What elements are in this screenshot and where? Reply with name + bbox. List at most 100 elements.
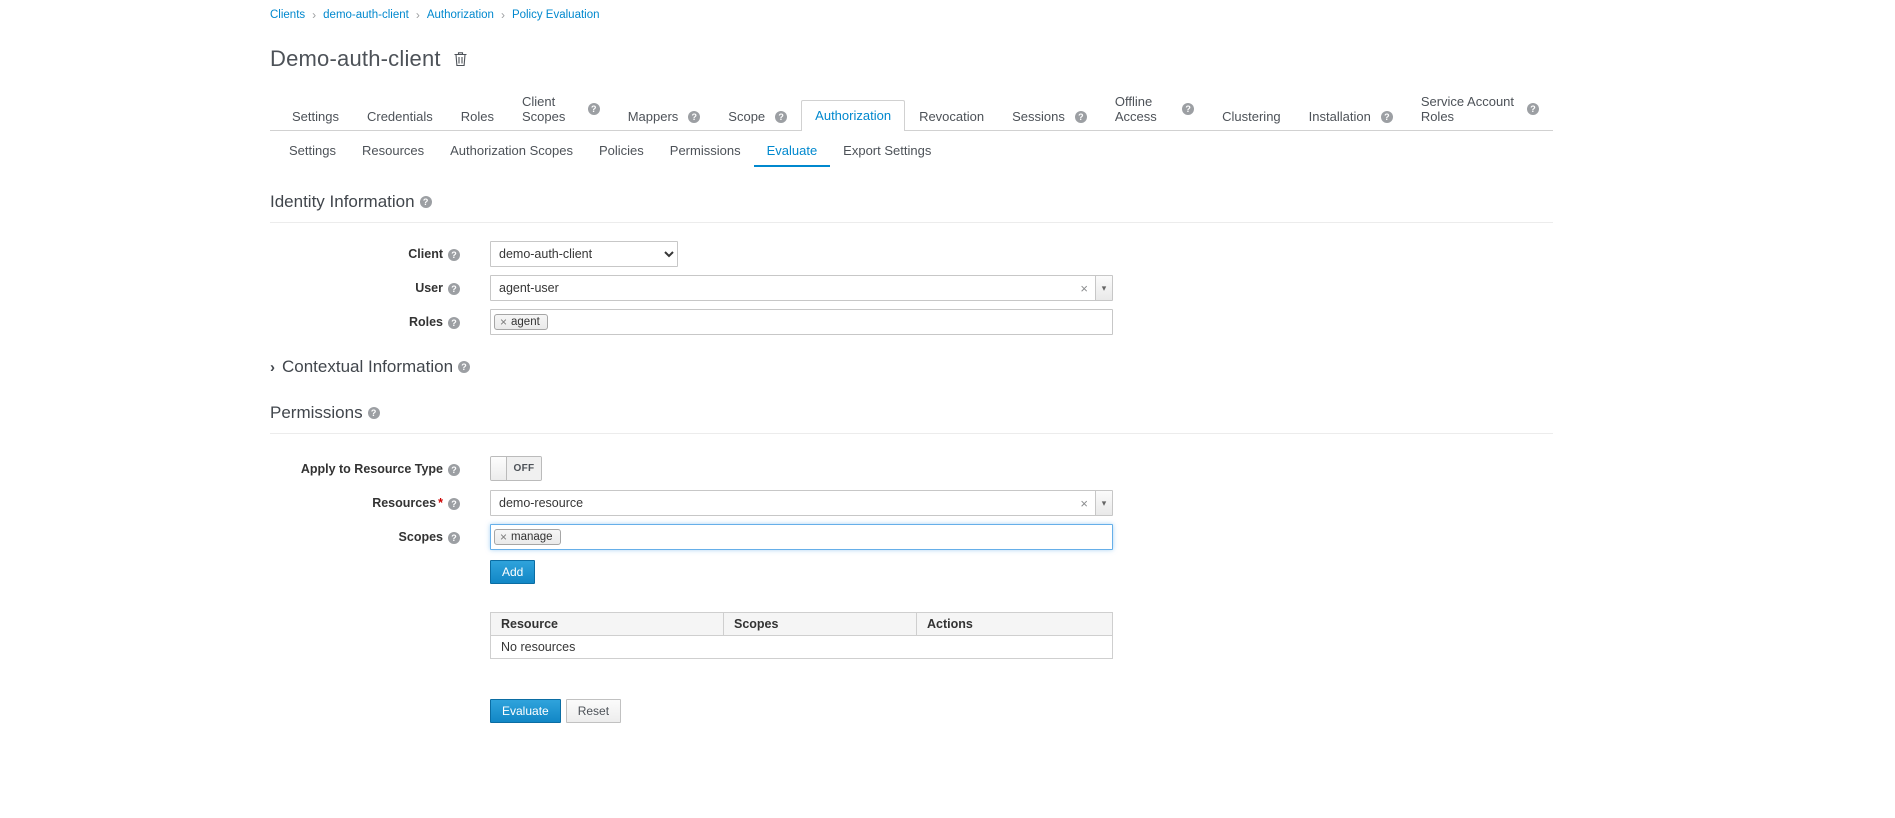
chevron-right-icon [270,359,275,376]
breadcrumb-link-policy-evaluation[interactable]: Policy Evaluation [512,9,600,21]
table-header-row: Resource Scopes Actions [491,613,1113,636]
identity-information-heading: Identity Information [270,192,1553,223]
help-icon[interactable] [458,361,470,373]
reset-button[interactable]: Reset [566,699,621,723]
tab-label: Revocation [919,109,984,124]
help-icon[interactable] [448,283,460,295]
tab-label: Offline Access [1115,94,1172,124]
subtab-policies[interactable]: Policies [586,135,657,167]
empty-message: No resources [491,636,1113,659]
scopes-field-row: Scopes manage [270,524,1553,550]
tab-label: Roles [461,109,494,124]
help-icon[interactable] [420,196,432,208]
tab-label: Clustering [1222,109,1281,124]
subtab-authorization-scopes[interactable]: Authorization Scopes [437,135,586,167]
user-combobox[interactable]: agent-user [490,275,1113,301]
tab-installation[interactable]: Installation [1295,101,1407,131]
tab-clustering[interactable]: Clustering [1208,101,1295,131]
resources-field-row: Resources* demo-resource [270,490,1553,516]
user-dropdown-toggle-icon[interactable] [1095,276,1112,300]
resources-dropdown-toggle-icon[interactable] [1095,491,1112,515]
trash-icon [453,55,468,70]
tab-label: Mappers [628,109,679,124]
evaluate-button[interactable]: Evaluate [490,699,561,723]
tab-client-scopes[interactable]: Client Scopes [508,86,614,131]
help-icon[interactable] [448,498,460,510]
col-header-actions: Actions [917,613,1113,636]
permissions-heading: Permissions [270,403,1553,434]
scope-tag: manage [494,529,561,545]
tab-mappers[interactable]: Mappers [614,101,715,131]
help-icon[interactable] [1527,103,1539,115]
delete-client-button[interactable] [451,49,470,69]
help-icon[interactable] [448,249,460,261]
client-tabs: Settings Credentials Roles Client Scopes… [270,86,1553,131]
client-field-row: Client demo-auth-client [270,241,1553,267]
roles-tag-input[interactable]: agent [490,309,1113,335]
resources-table-wrap: Resource Scopes Actions No resources [490,612,1553,659]
tag-label: manage [511,531,553,543]
subtab-settings[interactable]: Settings [276,135,349,167]
scopes-field-label: Scopes [270,524,460,544]
apply-resource-type-toggle[interactable]: OFF [490,456,542,481]
help-icon[interactable] [448,317,460,329]
resources-combobox[interactable]: demo-resource [490,490,1113,516]
add-button[interactable]: Add [490,560,535,584]
help-icon[interactable] [1182,103,1194,115]
user-field-label: User [270,275,460,295]
remove-tag-icon[interactable] [500,316,507,328]
subtab-evaluate[interactable]: Evaluate [754,135,831,167]
help-icon[interactable] [688,111,700,123]
resources-table: Resource Scopes Actions No resources [490,612,1113,659]
tab-roles[interactable]: Roles [447,101,508,131]
breadcrumb-link-authorization[interactable]: Authorization [427,9,494,21]
tab-settings[interactable]: Settings [278,101,353,131]
tab-revocation[interactable]: Revocation [905,101,998,131]
clear-resource-icon[interactable] [1073,491,1095,515]
help-icon[interactable] [1075,111,1087,123]
toggle-state-label: OFF [507,457,541,480]
clear-user-icon[interactable] [1073,276,1095,300]
breadcrumb-item-clients: Clients [270,9,305,21]
help-icon[interactable] [775,111,787,123]
scopes-tag-input[interactable]: manage [490,524,1113,550]
breadcrumb-link-clients[interactable]: Clients [270,9,305,21]
col-header-scopes: Scopes [724,613,917,636]
contextual-information-toggle[interactable]: Contextual Information [270,357,1553,377]
tab-label: Authorization [815,108,891,123]
help-icon[interactable] [448,464,460,476]
tab-scope[interactable]: Scope [714,101,801,131]
tab-offline-access[interactable]: Offline Access [1101,86,1208,131]
subtab-resources[interactable]: Resources [349,135,437,167]
apply-resource-type-label: Apply to Resource Type [270,456,460,476]
authorization-sub-tabs: Settings Resources Authorization Scopes … [276,135,1553,168]
client-select[interactable]: demo-auth-client [490,241,678,267]
roles-field-label: Roles [270,309,460,329]
tab-credentials[interactable]: Credentials [353,101,447,131]
help-icon[interactable] [368,407,380,419]
user-combobox-value: agent-user [491,276,1073,300]
tab-label: Service Account Roles [1421,94,1517,124]
form-actions: Evaluate Reset [490,699,1553,723]
client-field-label: Client [270,241,460,261]
tab-label: Credentials [367,109,433,124]
breadcrumb: Clients demo-auth-client Authorization P… [270,6,1553,24]
tab-label: Client Scopes [522,94,578,124]
resources-combobox-value: demo-resource [491,491,1073,515]
tab-label: Settings [292,109,339,124]
breadcrumb-link-client[interactable]: demo-auth-client [323,9,409,21]
tab-label: Installation [1309,109,1371,124]
breadcrumb-item-authorization: Authorization [409,8,494,22]
subtab-permissions[interactable]: Permissions [657,135,754,167]
tab-authorization[interactable]: Authorization [801,100,905,131]
help-icon[interactable] [448,532,460,544]
subtab-export-settings[interactable]: Export Settings [830,135,944,167]
tab-sessions[interactable]: Sessions [998,101,1101,131]
toggle-handle [491,457,507,480]
help-icon[interactable] [588,103,600,115]
tab-service-account-roles[interactable]: Service Account Roles [1407,86,1553,131]
remove-tag-icon[interactable] [500,531,507,543]
user-field-row: User agent-user [270,275,1553,301]
content-area: Clients demo-auth-client Authorization P… [270,0,1553,723]
help-icon[interactable] [1381,111,1393,123]
